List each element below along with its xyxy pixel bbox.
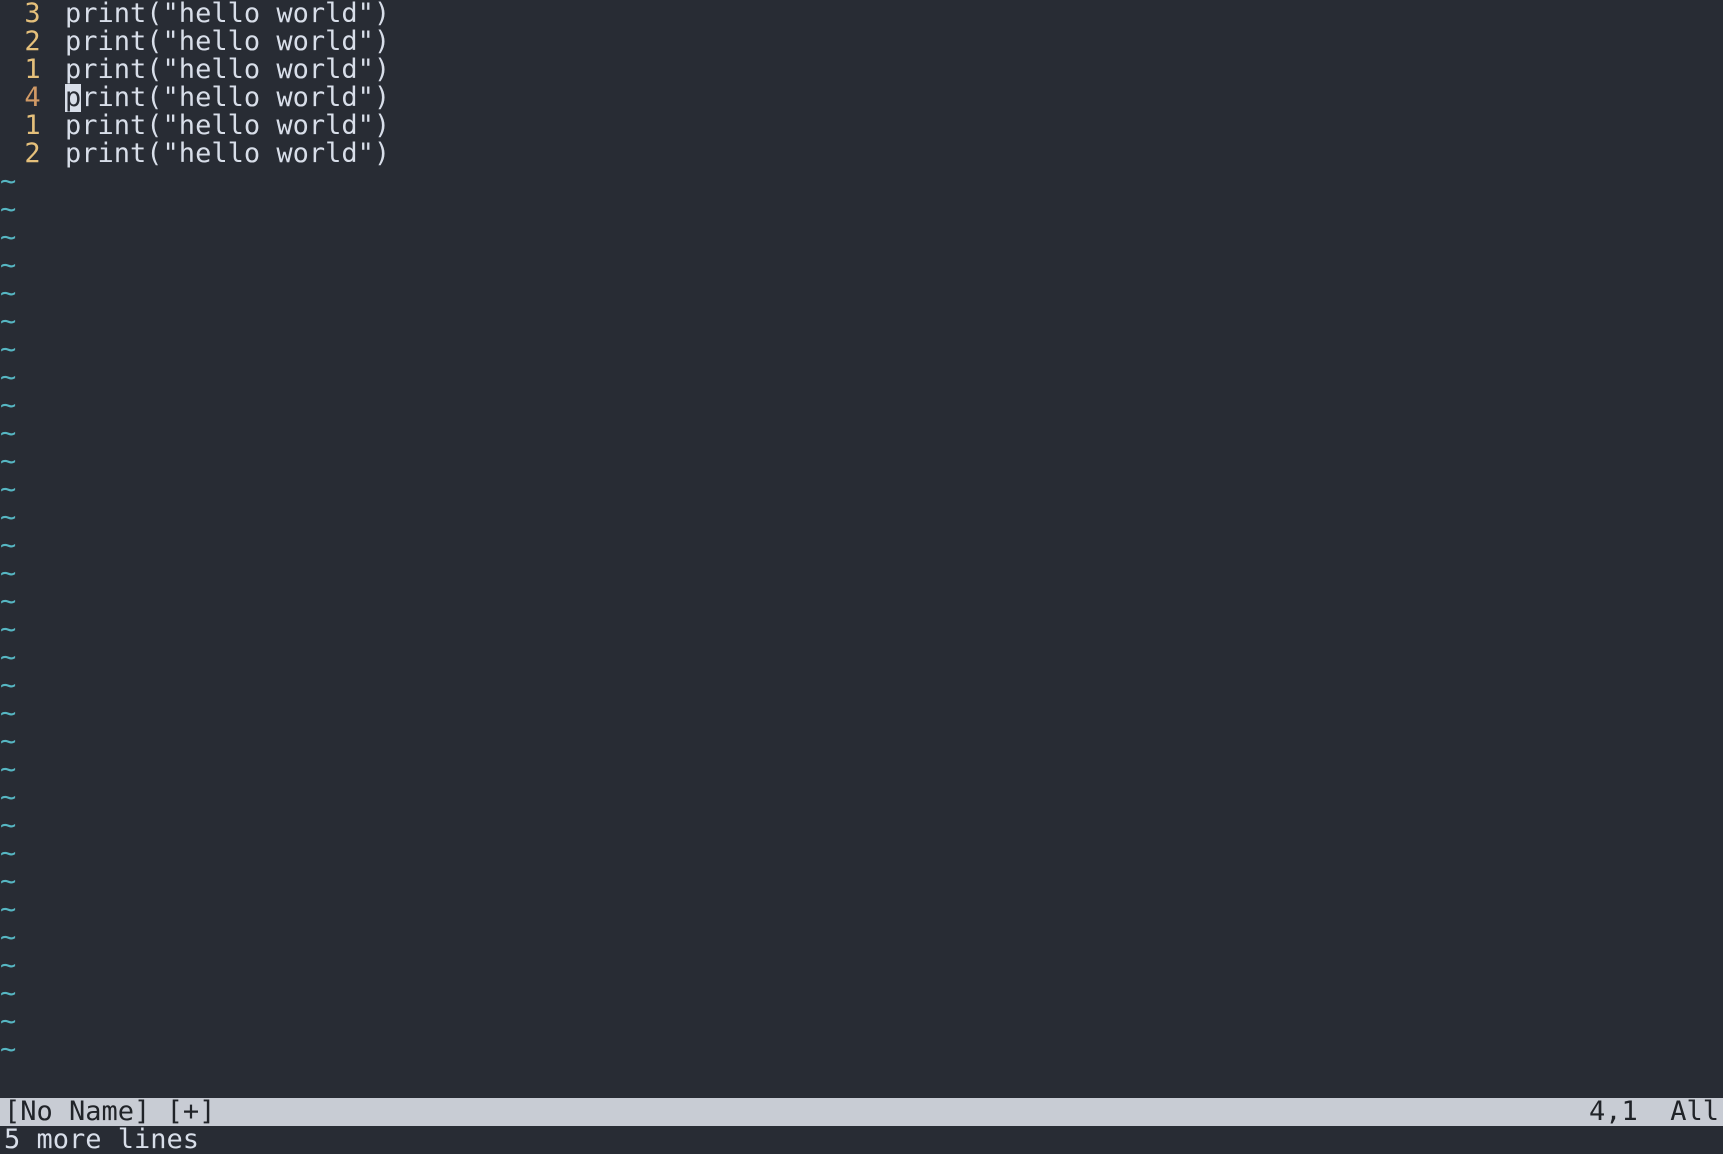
editor-line[interactable]: 1 print("hello world") bbox=[0, 56, 1723, 84]
line-text[interactable]: print("hello world") bbox=[49, 0, 390, 28]
empty-line-marker: ~ bbox=[0, 168, 1723, 196]
line-number: 2 bbox=[0, 28, 49, 56]
empty-line-marker: ~ bbox=[0, 560, 1723, 588]
empty-line-marker: ~ bbox=[0, 1036, 1723, 1064]
empty-line-marker: ~ bbox=[0, 700, 1723, 728]
empty-line-marker: ~ bbox=[0, 196, 1723, 224]
empty-line-marker: ~ bbox=[0, 504, 1723, 532]
empty-line-marker: ~ bbox=[0, 1008, 1723, 1036]
editor-line[interactable]: 2 print("hello world") bbox=[0, 28, 1723, 56]
empty-line-marker: ~ bbox=[0, 420, 1723, 448]
line-number: 1 bbox=[0, 112, 49, 140]
empty-line-marker: ~ bbox=[0, 532, 1723, 560]
line-text[interactable]: print("hello world") bbox=[49, 28, 390, 56]
editor-line[interactable]: 2 print("hello world") bbox=[0, 140, 1723, 168]
empty-line-marker: ~ bbox=[0, 588, 1723, 616]
empty-line-marker: ~ bbox=[0, 924, 1723, 952]
line-number: 2 bbox=[0, 140, 49, 168]
status-line: [No Name] [+] 4,1 All bbox=[0, 1098, 1723, 1126]
cursor: p bbox=[65, 84, 81, 112]
empty-line-marker: ~ bbox=[0, 616, 1723, 644]
empty-line-marker: ~ bbox=[0, 952, 1723, 980]
empty-line-marker: ~ bbox=[0, 336, 1723, 364]
line-text[interactable]: print("hello world") bbox=[49, 84, 390, 112]
empty-line-marker: ~ bbox=[0, 868, 1723, 896]
vim-editor[interactable]: 3 print("hello world")2 print("hello wor… bbox=[0, 0, 1723, 1154]
empty-line-marker: ~ bbox=[0, 392, 1723, 420]
editor-line[interactable]: 1 print("hello world") bbox=[0, 112, 1723, 140]
empty-line-marker: ~ bbox=[0, 644, 1723, 672]
empty-line-marker: ~ bbox=[0, 784, 1723, 812]
status-percent: All bbox=[1670, 1098, 1723, 1126]
empty-line-marker: ~ bbox=[0, 980, 1723, 1008]
empty-line-marker: ~ bbox=[0, 364, 1723, 392]
line-text[interactable]: print("hello world") bbox=[49, 56, 390, 84]
line-text[interactable]: print("hello world") bbox=[49, 112, 390, 140]
editor-line[interactable]: 3 print("hello world") bbox=[0, 0, 1723, 28]
command-line[interactable]: 5 more lines bbox=[0, 1126, 1723, 1154]
editor-line[interactable]: 4 print("hello world") bbox=[0, 84, 1723, 112]
line-text[interactable]: print("hello world") bbox=[49, 140, 390, 168]
empty-line-marker: ~ bbox=[0, 252, 1723, 280]
status-spacer bbox=[215, 1098, 1589, 1126]
empty-line-marker: ~ bbox=[0, 672, 1723, 700]
line-number: 4 bbox=[0, 84, 49, 112]
status-cursor-position: 4,1 bbox=[1589, 1098, 1670, 1126]
empty-line-marker: ~ bbox=[0, 308, 1723, 336]
empty-line-marker: ~ bbox=[0, 224, 1723, 252]
empty-line-marker: ~ bbox=[0, 476, 1723, 504]
empty-line-marker: ~ bbox=[0, 840, 1723, 868]
line-number: 3 bbox=[0, 0, 49, 28]
status-filename: [No Name] [+] bbox=[0, 1098, 215, 1126]
empty-line-marker: ~ bbox=[0, 280, 1723, 308]
empty-line-marker: ~ bbox=[0, 728, 1723, 756]
empty-line-marker: ~ bbox=[0, 896, 1723, 924]
empty-line-marker: ~ bbox=[0, 812, 1723, 840]
empty-line-marker: ~ bbox=[0, 756, 1723, 784]
line-number: 1 bbox=[0, 56, 49, 84]
editor-buffer[interactable]: 3 print("hello world")2 print("hello wor… bbox=[0, 0, 1723, 1098]
empty-line-marker: ~ bbox=[0, 448, 1723, 476]
